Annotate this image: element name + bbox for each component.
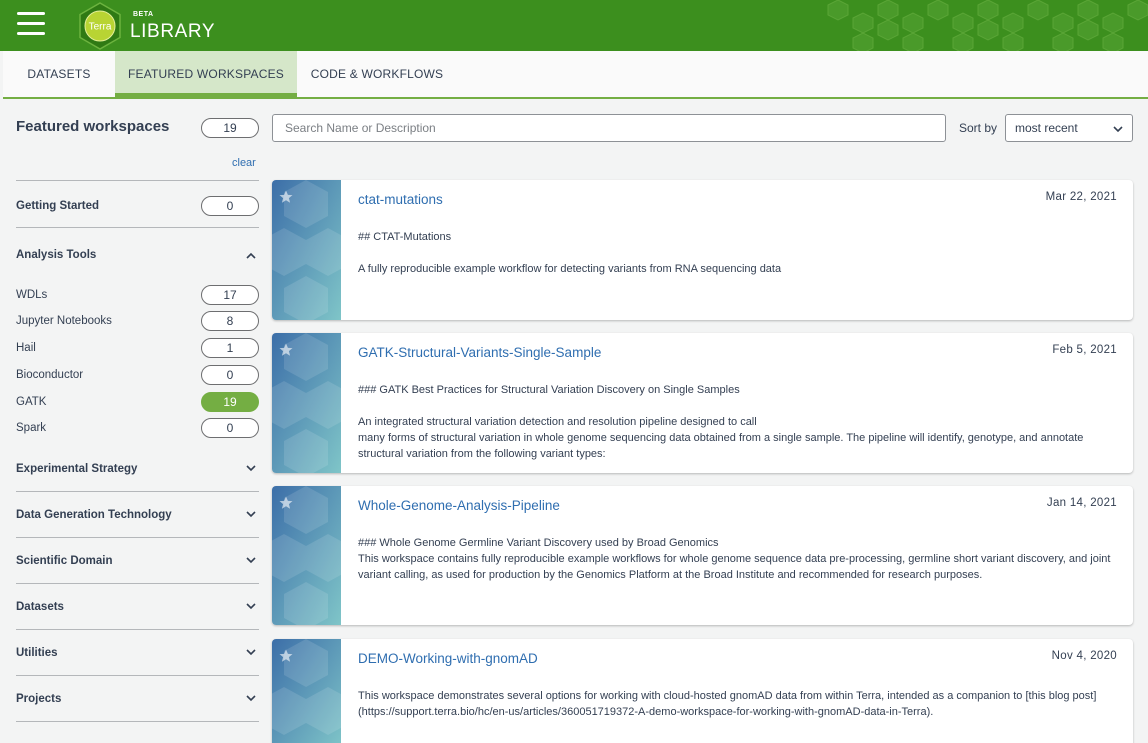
workspace-card[interactable]: GATK-Structural-Variants-Single-Sample F… [272,333,1133,473]
workspace-card[interactable]: Whole-Genome-Analysis-Pipeline Jan 14, 2… [272,486,1133,625]
workspace-name-link[interactable]: DEMO-Working-with-gnomAD [358,651,538,666]
filter-data-generation-technology[interactable]: Data Generation Technology [16,509,172,521]
sidebar-title: Featured workspaces [16,118,170,135]
workspace-name-link[interactable]: ctat-mutations [358,192,443,207]
description-body: A fully reproducible example workflow fo… [358,263,782,275]
divider [16,491,259,492]
page-section-title[interactable]: LIBRARY [130,21,215,43]
chevron-down-icon[interactable] [245,554,257,566]
workspace-card[interactable]: ctat-mutations Mar 22, 2021 ## CTAT-Muta… [272,180,1133,320]
favorite-star-icon[interactable] [279,496,293,510]
description-heading: ## CTAT-Mutations [358,231,452,243]
total-count-badge: 19 [201,118,259,138]
wdls-count: 17 [201,285,259,305]
description-heading: ### Whole Genome Germline Variant Discov… [358,537,719,549]
workspace-date: Jan 14, 2021 [1046,497,1117,509]
filter-item-jupyter-notebooks[interactable]: Jupyter Notebooks [16,315,112,327]
favorite-star-icon[interactable] [279,649,293,663]
workspace-name-link[interactable]: GATK-Structural-Variants-Single-Sample [358,345,601,360]
workspace-description: ### Whole Genome Germline Variant Discov… [358,535,1120,583]
workspace-description: ### GATK Best Practices for Structural V… [358,382,1120,462]
divider [16,227,259,228]
gatk-count: 19 [201,392,259,412]
search-input[interactable] [272,114,946,142]
svg-text:Terra: Terra [89,22,112,33]
chevron-down-icon[interactable] [245,508,257,520]
sort-select[interactable]: most recent [1005,114,1133,142]
workspace-date: Nov 4, 2020 [1051,650,1117,662]
divider [16,537,259,538]
bioconductor-count: 0 [201,365,259,385]
divider [16,675,259,676]
filter-item-bioconductor[interactable]: Bioconductor [16,369,83,381]
filter-item-hail[interactable]: Hail [16,342,36,354]
description-heading: ### GATK Best Practices for Structural V… [358,384,740,396]
filter-getting-started[interactable]: Getting Started [16,200,99,212]
filter-item-gatk[interactable]: GATK [16,396,46,408]
terra-logo[interactable]: Terra [76,2,124,50]
tab-code-workflows[interactable]: CODE & WORKFLOWS [301,51,453,97]
clear-filters-link[interactable]: clear [232,157,256,169]
tab-featured-workspaces[interactable]: FEATURED WORKSPACES [115,51,297,99]
description-body: An integrated structural variation detec… [358,416,1084,460]
filter-datasets[interactable]: Datasets [16,601,64,613]
chevron-down-icon[interactable] [245,462,257,474]
workspace-date: Mar 22, 2021 [1045,191,1117,203]
chevron-down-icon[interactable] [245,646,257,658]
divider [16,721,259,722]
spark-count: 0 [201,418,259,438]
filter-analysis-tools[interactable]: Analysis Tools [16,249,96,261]
filter-utilities[interactable]: Utilities [16,647,58,659]
filter-projects[interactable]: Projects [16,693,61,705]
library-tabs: DATASETS FEATURED WORKSPACES CODE & WORK… [3,51,1148,99]
workspace-card[interactable]: DEMO-Working-with-gnomAD Nov 4, 2020 Thi… [272,639,1133,743]
workspace-date: Feb 5, 2021 [1052,344,1117,356]
divider [16,629,259,630]
workspace-description: This workspace demonstrates several opti… [358,688,1120,720]
hexagon-pattern-decoration [827,0,1148,51]
chevron-down-icon [1113,126,1123,133]
filter-experimental-strategy[interactable]: Experimental Strategy [16,463,137,475]
sort-selected-value: most recent [1015,121,1078,135]
favorite-star-icon[interactable] [279,190,293,204]
jupyter-notebooks-count: 8 [201,311,259,331]
filter-scientific-domain[interactable]: Scientific Domain [16,555,113,567]
description-body: This workspace contains fully reproducib… [358,553,1111,581]
filter-item-spark[interactable]: Spark [16,422,46,434]
hamburger-menu-icon[interactable] [17,12,45,38]
chevron-down-icon[interactable] [245,600,257,612]
sort-by-label: Sort by [959,121,998,135]
divider [16,180,259,181]
chevron-up-icon[interactable] [245,250,257,262]
tab-datasets[interactable]: DATASETS [3,51,115,97]
filter-item-wdls[interactable]: WDLs [16,289,47,301]
chevron-down-icon[interactable] [245,692,257,704]
workspace-name-link[interactable]: Whole-Genome-Analysis-Pipeline [358,498,560,513]
divider [16,583,259,584]
beta-badge: BETA [133,11,154,18]
top-header: Terra BETA LIBRARY [0,0,1148,51]
workspace-description: ## CTAT-Mutations A fully reproducible e… [358,229,1120,277]
favorite-star-icon[interactable] [279,343,293,357]
getting-started-count: 0 [201,196,259,216]
description-body: This workspace demonstrates several opti… [358,690,1097,718]
hail-count: 1 [201,338,259,358]
